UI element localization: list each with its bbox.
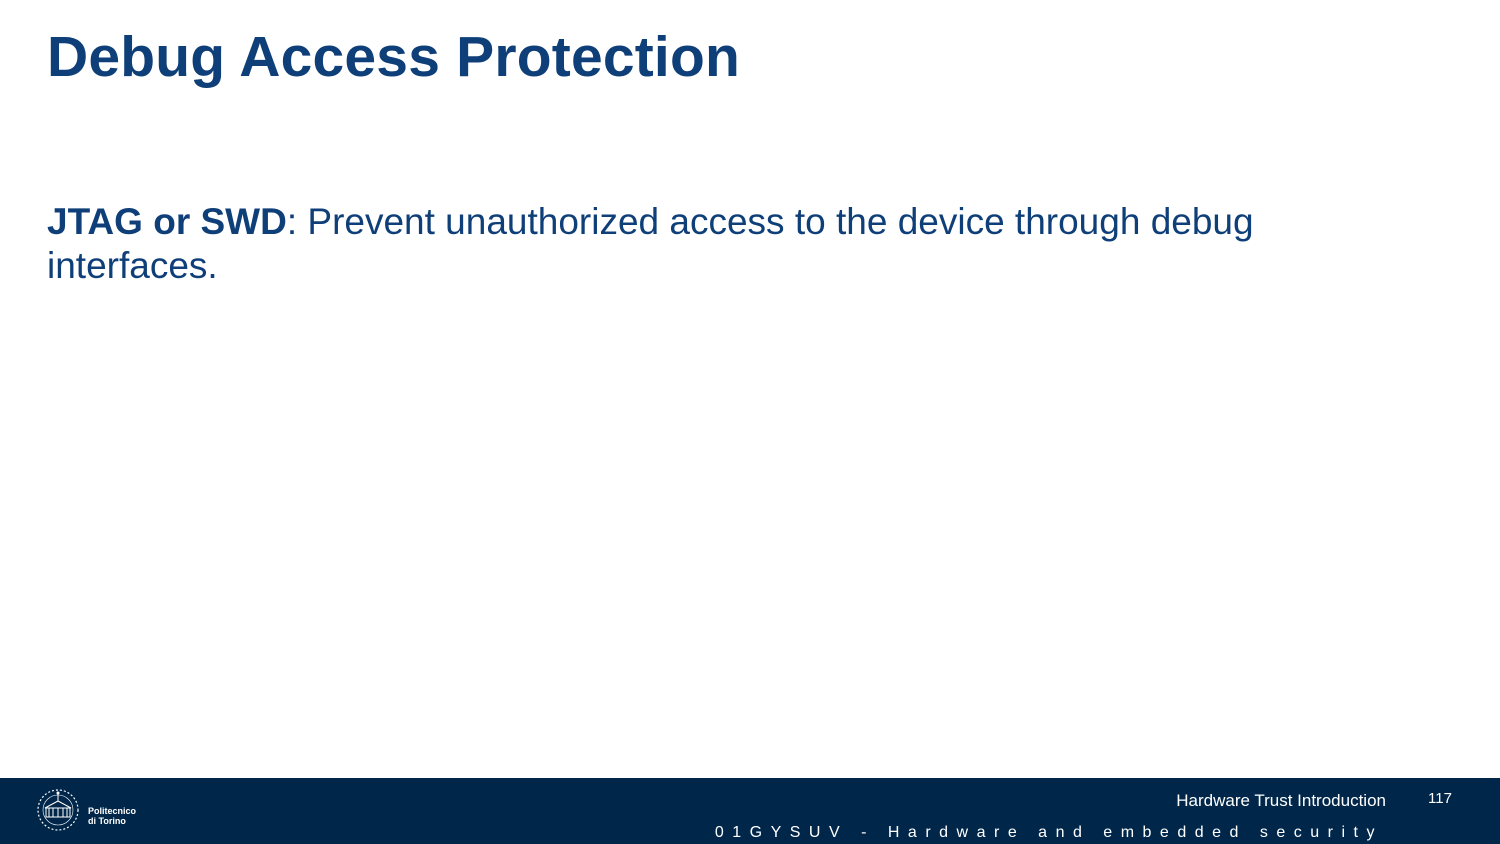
body-separator: : [286, 201, 298, 242]
slide-body: JTAG or SWD: Prevent unauthorized access… [47, 200, 1407, 288]
logo-line-2: di Torino [88, 816, 126, 826]
footer-bar: Politecnico di Torino Hardware Trust Int… [0, 778, 1500, 844]
footer-topic: Hardware Trust Introduction [1176, 791, 1386, 810]
university-logo: Politecnico di Torino [32, 786, 142, 836]
slide-title: Debug Access Protection [47, 25, 740, 89]
logo-wordmark: Politecnico di Torino [88, 806, 136, 826]
body-term: JTAG or SWD [47, 201, 287, 242]
footer-course: 01GYSUV - Hardware and embedded security [714, 824, 1383, 841]
page-number: 117 [1428, 790, 1452, 807]
university-seal-icon [37, 789, 79, 831]
logo-line-1: Politecnico [88, 806, 137, 816]
